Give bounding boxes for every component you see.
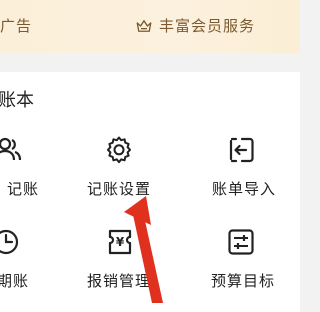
member-service-link[interactable]: 丰富会员服务 [135,15,255,36]
crown-icon [136,19,152,32]
grid-item-label: 期账 [0,272,29,290]
member-service-label: 丰富会员服务 [159,17,256,35]
budget-sliders-icon [228,229,254,255]
member-banner[interactable]: 广告 丰富会员服务 [0,0,300,53]
clock-icon [0,229,19,255]
grid-item-label: 记账 [6,180,39,198]
svg-text:¥: ¥ [116,235,125,249]
grid-item-label: 预算目标 [210,272,275,290]
grid-item-label: 账单导入 [211,180,276,198]
grid-item-label: 报销管理 [86,272,151,290]
grid-item-label: 记账设置 [86,180,151,198]
ledger-card: 账本 记账 记账设置 账单导入 期账 ¥ 报销管理 预算目标 [0,72,300,312]
ad-label: 广告 [0,17,33,35]
gear-icon [107,136,131,164]
import-icon [229,137,254,163]
section-title: 账本 [0,90,34,111]
people-icon [0,137,22,161]
reimburse-icon: ¥ [108,229,132,255]
